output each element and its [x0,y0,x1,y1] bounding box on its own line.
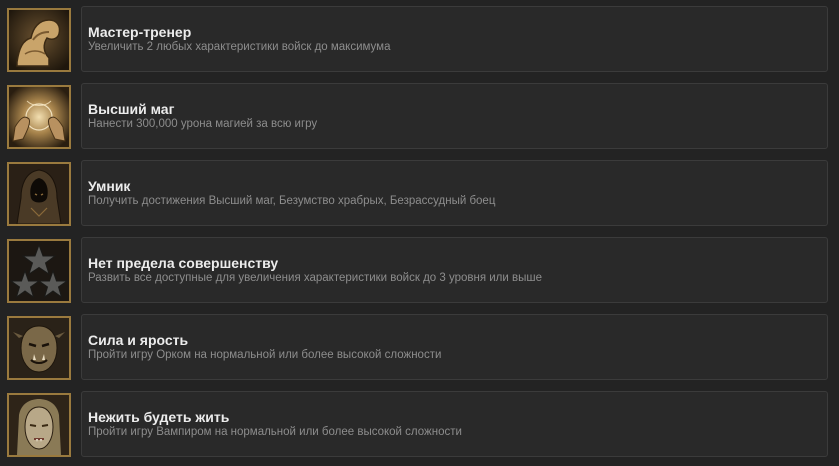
achievement-item[interactable]: Нет предела совершенству Развить все дос… [0,237,839,303]
achievement-item[interactable]: Нежить будеть жить Пройти игру Вампиром … [0,391,839,457]
achievement-title: Мастер-тренер [88,24,192,40]
vampire-portrait-icon [7,393,71,457]
achievement-title: Высший маг [88,101,175,117]
achievement-item[interactable]: Мастер-тренер Увеличить 2 любых характер… [0,6,839,72]
achievement-description: Получить достижения Высший маг, Безумств… [88,195,496,207]
achievement-description: Нанести 300,000 урона магией за всю игру [88,118,318,130]
achievement-title: Сила и ярость [88,332,189,348]
achievement-description: Развить все доступные для увеличения хар… [88,272,543,284]
achievement-card[interactable]: Мастер-тренер Увеличить 2 любых характер… [81,6,828,72]
achievement-item[interactable]: Высший маг Нанести 300,000 урона магией … [0,83,839,149]
achievement-item[interactable]: Умник Получить достижения Высший маг, Бе… [0,160,839,226]
achievement-description: Пройти игру Орком на нормальной или боле… [88,349,442,361]
achievement-card[interactable]: Сила и ярость Пройти игру Орком на норма… [81,314,828,380]
achievement-item[interactable]: Сила и ярость Пройти игру Орком на норма… [0,314,839,380]
achievement-card[interactable]: Нежить будеть жить Пройти игру Вампиром … [81,391,828,457]
flexed-arm-icon [7,8,71,72]
achievement-title: Нет предела совершенству [88,255,279,271]
achievement-title: Нежить будеть жить [88,409,230,425]
achievement-title: Умник [88,178,131,194]
achievement-card[interactable]: Умник Получить достижения Высший маг, Бе… [81,160,828,226]
achievement-description: Увеличить 2 любых характеристики войск д… [88,41,391,53]
achievement-list: Мастер-тренер Увеличить 2 любых характер… [0,0,839,466]
achievement-description: Пройти игру Вампиром на нормальной или б… [88,426,462,438]
hooded-figure-icon [7,162,71,226]
achievement-card[interactable]: Высший маг Нанести 300,000 урона магией … [81,83,828,149]
three-stars-icon [7,239,71,303]
magic-orb-hands-icon [7,85,71,149]
orc-portrait-icon [7,316,71,380]
achievement-card[interactable]: Нет предела совершенству Развить все дос… [81,237,828,303]
